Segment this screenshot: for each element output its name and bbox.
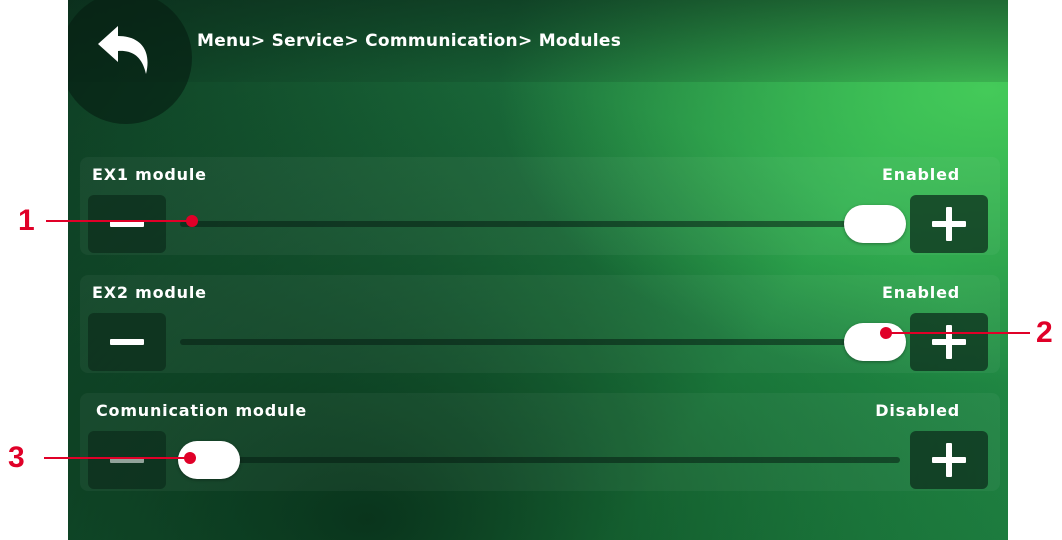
slider-track[interactable] xyxy=(180,457,900,463)
module-label: EX2 module xyxy=(92,283,207,302)
callout-number-1: 1 xyxy=(18,204,35,237)
decrease-button[interactable] xyxy=(88,313,166,371)
back-button[interactable] xyxy=(68,0,192,124)
minus-icon xyxy=(110,339,144,345)
slider-thumb[interactable] xyxy=(844,205,906,243)
callout-dot-3 xyxy=(184,452,196,464)
slider-thumb[interactable] xyxy=(844,323,906,361)
increase-button[interactable] xyxy=(910,431,988,489)
slider-track[interactable] xyxy=(180,339,900,345)
back-arrow-icon xyxy=(98,26,148,74)
callout-dot-2 xyxy=(880,327,892,339)
breadcrumb: Menu> Service> Communication> Modules xyxy=(197,31,622,51)
module-status: Disabled xyxy=(875,401,960,420)
increase-button[interactable] xyxy=(910,313,988,371)
callout-number-3: 3 xyxy=(8,441,25,474)
slider-track[interactable] xyxy=(180,221,900,227)
callout-line-3 xyxy=(44,457,190,459)
decrease-button[interactable] xyxy=(88,431,166,489)
module-label: EX1 module xyxy=(92,165,207,184)
module-status: Enabled xyxy=(882,283,960,302)
callout-number-2: 2 xyxy=(1036,316,1053,349)
callout-line-2 xyxy=(884,332,1030,334)
plus-icon xyxy=(932,443,966,477)
plus-icon xyxy=(932,207,966,241)
plus-icon xyxy=(932,325,966,359)
increase-button[interactable] xyxy=(910,195,988,253)
module-label: Comunication module xyxy=(96,401,308,420)
module-status: Enabled xyxy=(882,165,960,184)
decrease-button[interactable] xyxy=(88,195,166,253)
module-row-communication: Comunication module Disabled xyxy=(80,393,1000,491)
callout-line-1 xyxy=(46,220,192,222)
module-row-ex1: EX1 module Enabled xyxy=(80,157,1000,255)
device-screen: Menu> Service> Communication> Modules EX… xyxy=(68,0,1008,540)
callout-dot-1 xyxy=(186,215,198,227)
module-row-ex2: EX2 module Enabled xyxy=(80,275,1000,373)
